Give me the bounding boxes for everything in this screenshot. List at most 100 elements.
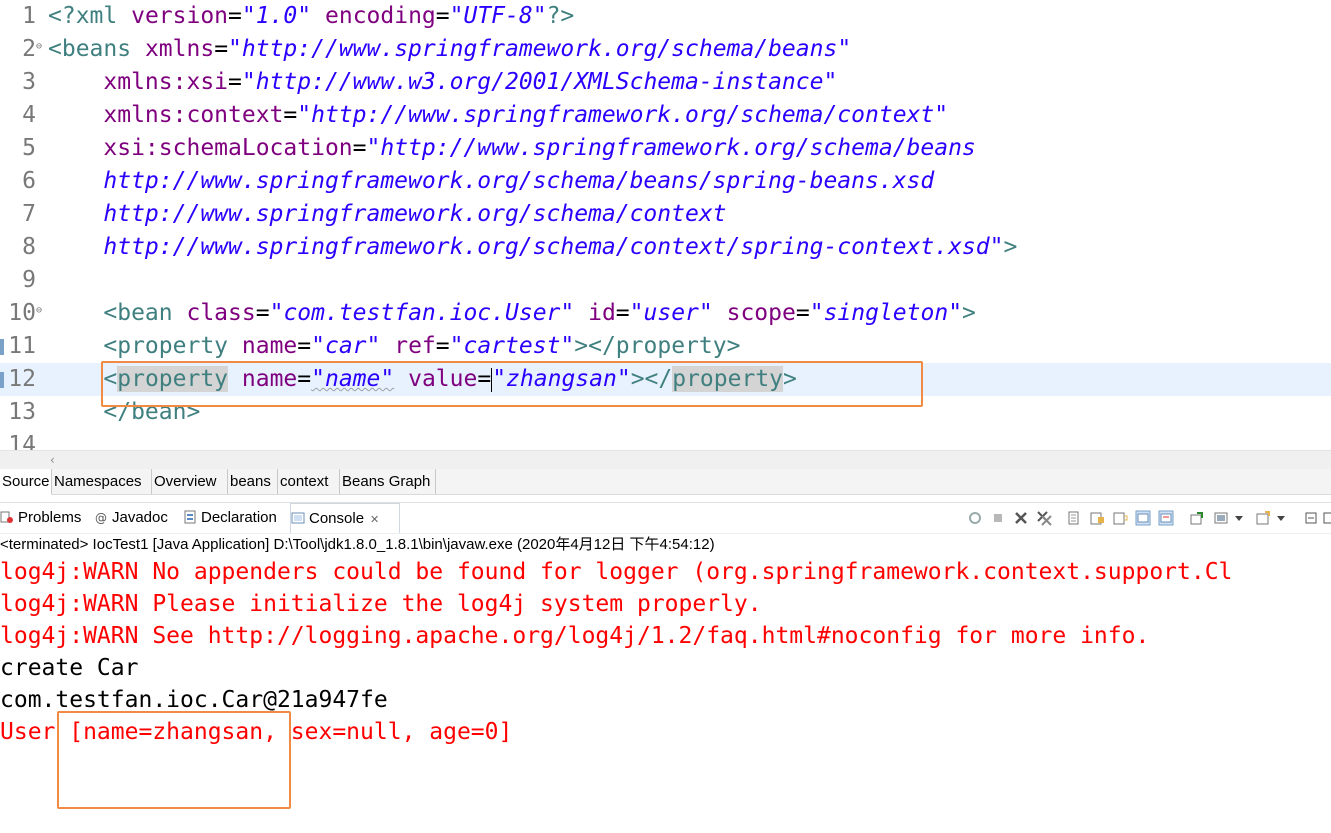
code-line[interactable]: 7 http://www.springframework.org/schema/… [0,198,1331,231]
code-text: http://www.springframework.org/schema/co… [48,231,1017,264]
editor-tab-namespaces[interactable]: Namespaces [52,469,152,494]
show-console-on-output-icon[interactable] [1135,509,1151,527]
code-token: > [962,300,976,326]
code-token: class [186,300,256,326]
code-line[interactable]: 1 <?xml version="1.0" encoding="UTF-8"?> [0,0,1331,33]
editor-tab-beans-graph[interactable]: Beans Graph [340,469,436,494]
code-token: "UTF-8" [449,3,547,29]
code-token: version [131,3,229,29]
editor-tab-source[interactable]: Source [0,469,52,495]
xml-editor[interactable]: 1 <?xml version="1.0" encoding="UTF-8"?> 2… [0,0,1331,450]
code-token: "com.testfan.ioc.User" [269,300,575,326]
line-number: 14 [8,432,36,450]
code-line[interactable]: 5 xsi:schemaLocation="http://www.springf… [0,132,1331,165]
gutter-marker [0,339,4,355]
highlight-annotation-editor [101,361,923,407]
line-number: 5 [22,135,36,161]
console-line: log4j:WARN Please initialize the log4j s… [0,591,762,617]
editor-horizontal-scrollbar[interactable]: ‹ [0,450,1331,469]
console-output[interactable]: log4j:WARN No appenders could be found f… [0,556,1331,833]
remove-launch-icon[interactable] [1013,509,1029,527]
line-number: 3 [22,69,36,95]
code-text: <property name="car" ref="cartest"></pro… [48,330,740,363]
code-token: = [615,300,630,326]
view-tab-declaration[interactable]: Declaration [183,503,287,533]
code-token: = [795,300,810,326]
view-tab-label: Javadoc [112,509,168,526]
minimize-icon[interactable] [1303,509,1319,527]
code-text: http://www.springframework.org/schema/co… [48,198,727,231]
line-number: 4 [22,102,36,128]
terminate-all-icon[interactable] [967,509,983,527]
stop-icon[interactable] [990,509,1006,527]
display-console-dropdown-icon[interactable] [1234,509,1244,527]
fold-toggle-icon[interactable]: ⊖ [36,294,42,327]
declaration-icon [184,510,196,524]
editor-tab-context[interactable]: context [278,469,340,494]
line-number: 2 [22,36,36,62]
editor-tab-beans[interactable]: beans [228,469,278,494]
pin-console-icon[interactable] [1189,509,1205,527]
code-line[interactable]: 9 [0,264,1331,297]
code-token: id [588,300,616,326]
editor-tab-overview[interactable]: Overview [152,469,228,494]
code-text: xsi:schemaLocation="http://www.springfra… [48,132,975,165]
scroll-left-icon[interactable]: ‹ [50,451,55,469]
display-console-icon[interactable] [1213,509,1229,527]
code-line[interactable]: 14 [0,429,1331,450]
editor-tabs: Source Namespaces Overview beans context Bean… [0,469,1331,495]
view-tab-console[interactable]: Console ✕ [290,503,400,533]
code-token: = [352,135,367,161]
clear-console-icon[interactable] [1066,509,1082,527]
open-console-dropdown-icon[interactable] [1276,509,1286,527]
code-line[interactable]: 3 xmlns:xsi="http://www.w3.org/2001/XMLS… [0,66,1331,99]
code-line[interactable]: 10 ⊖ <bean class="com.testfan.ioc.User" i… [0,297,1331,330]
remove-all-launches-icon[interactable] [1036,509,1052,527]
code-token: = [283,102,298,128]
maximize-icon[interactable] [1323,509,1331,527]
show-console-on-error-icon[interactable] [1158,509,1174,527]
code-line[interactable]: 2 ⊖ <beans xmlns="http://www.springframewo… [0,33,1331,66]
line-number: 12 [8,366,36,392]
line-number: 8 [22,234,36,260]
console-line: log4j:WARN No appenders could be found f… [0,559,1233,585]
javadoc-icon: @ [95,511,107,524]
code-token: > [1003,234,1018,260]
code-token: xmlns:context [103,102,284,128]
line-number: 1 [22,3,36,29]
scroll-lock-icon[interactable] [1089,509,1105,527]
code-token: xmlns [144,36,215,62]
line-number: 10 [8,300,36,326]
view-tab-label: Console [309,510,365,527]
word-wrap-icon[interactable] [1112,509,1128,527]
line-number: 11 [8,333,36,359]
code-token: ?> [546,3,575,29]
code-line[interactable]: 6 http://www.springframework.org/schema/… [0,165,1331,198]
code-token: = [435,3,450,29]
code-token: = [297,333,312,359]
code-token: http://www.springframework.org/schema/co… [103,201,727,227]
code-token: ref [394,333,436,359]
close-tab-icon[interactable]: ✕ [370,514,379,526]
view-tab-problems[interactable]: Problems [0,503,90,533]
code-token: scope [726,300,796,326]
code-line[interactable]: 8 http://www.springframework.org/schema/… [0,231,1331,264]
console-line: log4j:WARN See http://logging.apache.org… [0,623,1150,649]
open-console-icon[interactable] [1255,509,1271,527]
fold-toggle-icon[interactable]: ⊖ [36,30,42,63]
code-line[interactable]: 11 <property name="car" ref="cartest"></… [0,330,1331,363]
console-process-header: <terminated> IocTest1 [Java Application]… [0,533,1331,556]
code-token: = [228,3,242,29]
view-tab-javadoc[interactable]: @ Javadoc [94,503,180,533]
view-tab-label: Declaration [201,509,277,526]
code-line[interactable]: 4 xmlns:context="http://www.springframew… [0,99,1331,132]
